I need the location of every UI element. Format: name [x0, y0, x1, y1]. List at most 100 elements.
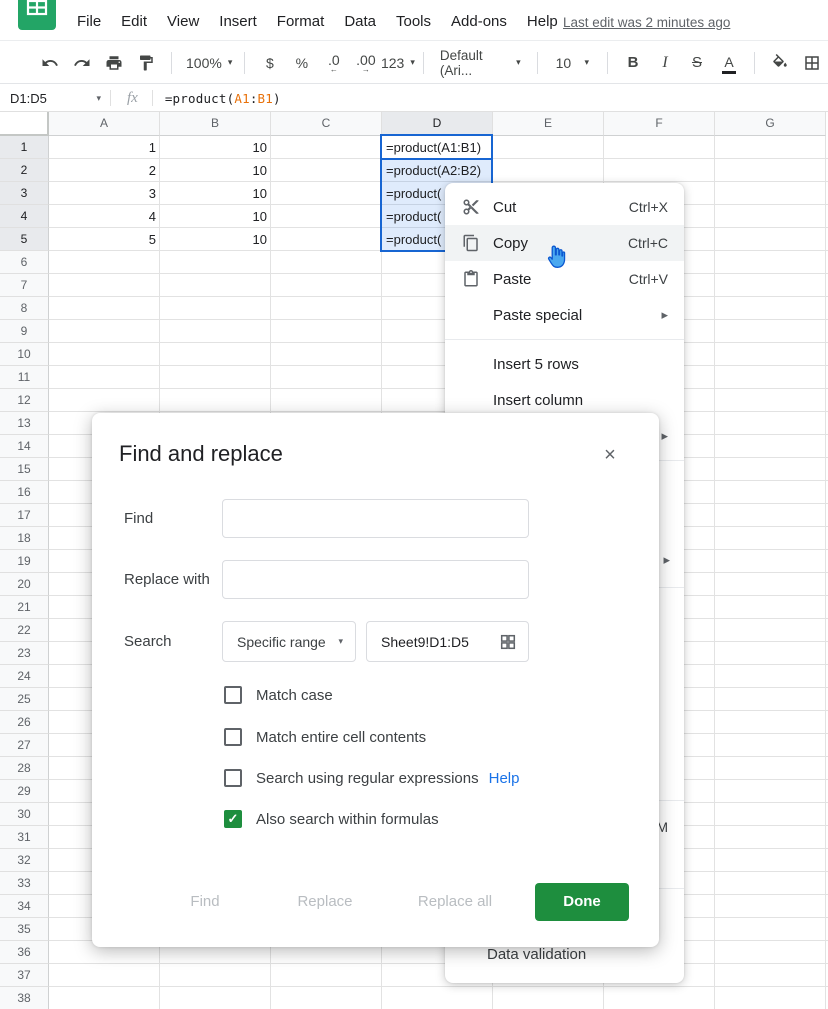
grid-cell-D2[interactable]: =product(A2:B2)	[382, 159, 493, 182]
checkbox-row-match-case[interactable]: Match case	[224, 686, 333, 704]
submenu-arrow-icon[interactable]: ▸	[663, 552, 670, 568]
row-header-24[interactable]: 24	[0, 665, 49, 688]
checkbox-checked-icon[interactable]: ✓	[224, 810, 242, 828]
format-currency-button[interactable]: $	[255, 48, 285, 78]
column-header-E[interactable]: E	[493, 112, 604, 136]
row-header-28[interactable]: 28	[0, 757, 49, 780]
row-header-17[interactable]: 17	[0, 504, 49, 527]
row-header-29[interactable]: 29	[0, 780, 49, 803]
undo-icon[interactable]	[35, 48, 65, 78]
grid-cell-B2[interactable]: 10	[160, 159, 271, 182]
menu-file[interactable]: File	[75, 11, 103, 32]
menu-item-paste[interactable]: Paste Ctrl+V	[445, 261, 684, 297]
column-header-A[interactable]: A	[49, 112, 160, 136]
checkbox-row-match-entire-cell-contents[interactable]: Match entire cell contents	[224, 728, 426, 746]
row-header-26[interactable]: 26	[0, 711, 49, 734]
grid-cell-B5[interactable]: 10	[160, 228, 271, 251]
menu-format[interactable]: Format	[275, 11, 327, 32]
last-edit-status[interactable]: Last edit was 2 minutes ago	[563, 15, 730, 30]
row-header-30[interactable]: 30	[0, 803, 49, 826]
menu-tools[interactable]: Tools	[394, 11, 433, 32]
row-header-4[interactable]: 4	[0, 205, 49, 228]
row-header-1[interactable]: 1	[0, 136, 49, 159]
checkbox-row-search-using-regular-expressions[interactable]: Search using regular expressions Help	[224, 769, 519, 787]
row-header-12[interactable]: 12	[0, 389, 49, 412]
row-header-32[interactable]: 32	[0, 849, 49, 872]
row-header-16[interactable]: 16	[0, 481, 49, 504]
row-header-36[interactable]: 36	[0, 941, 49, 964]
menu-edit[interactable]: Edit	[119, 11, 149, 32]
checkbox-icon[interactable]	[224, 769, 242, 787]
print-icon[interactable]	[99, 48, 129, 78]
text-color-button[interactable]: A	[714, 48, 744, 78]
row-header-5[interactable]: 5	[0, 228, 49, 251]
grid-cell-A5[interactable]: 5	[49, 228, 160, 251]
grid-cell-B3[interactable]: 10	[160, 182, 271, 205]
menu-help[interactable]: Help	[525, 11, 560, 32]
checkbox-icon[interactable]	[224, 686, 242, 704]
name-box[interactable]: D1:D5 ▾	[0, 85, 110, 111]
increase-decimal-button[interactable]: .00 →	[351, 48, 381, 78]
search-scope-select[interactable]: Specific range ▾	[222, 621, 356, 662]
row-header-7[interactable]: 7	[0, 274, 49, 297]
grid-cell-B1[interactable]: 10	[160, 136, 271, 159]
menu-data[interactable]: Data	[342, 11, 378, 32]
menu-item-copy[interactable]: Copy Ctrl+C	[445, 225, 684, 261]
row-header-19[interactable]: 19	[0, 550, 49, 573]
row-header-18[interactable]: 18	[0, 527, 49, 550]
row-header-25[interactable]: 25	[0, 688, 49, 711]
grid-cell-A1[interactable]: 1	[49, 136, 160, 159]
grid-cell-A2[interactable]: 2	[49, 159, 160, 182]
redo-icon[interactable]	[67, 48, 97, 78]
close-icon[interactable]: ×	[597, 442, 623, 468]
formula-input[interactable]: =product(A1:B1)	[153, 91, 281, 106]
menu-item-paste-special[interactable]: Paste special ▸	[445, 297, 684, 333]
row-header-31[interactable]: 31	[0, 826, 49, 849]
column-header-D[interactable]: D	[382, 112, 493, 136]
replace-input[interactable]	[222, 560, 529, 599]
paint-format-icon[interactable]	[131, 48, 161, 78]
range-input[interactable]: Sheet9!D1:D5	[366, 621, 529, 662]
menu-add-ons[interactable]: Add-ons	[449, 11, 509, 32]
row-header-3[interactable]: 3	[0, 182, 49, 205]
row-header-33[interactable]: 33	[0, 872, 49, 895]
row-header-27[interactable]: 27	[0, 734, 49, 757]
checkbox-row-also-search-within-formulas[interactable]: ✓ Also search within formulas	[224, 810, 439, 828]
more-formats-button[interactable]: 123 ▾	[381, 48, 415, 78]
row-header-21[interactable]: 21	[0, 596, 49, 619]
menu-view[interactable]: View	[165, 11, 201, 32]
grid-cell-D1[interactable]: =product(A1:B1)	[382, 136, 493, 159]
strikethrough-button[interactable]: S	[682, 48, 712, 78]
row-header-20[interactable]: 20	[0, 573, 49, 596]
menu-insert[interactable]: Insert	[217, 11, 259, 32]
row-header-34[interactable]: 34	[0, 895, 49, 918]
font-family-select[interactable]: Default (Ari... ▾	[434, 48, 527, 78]
format-percent-button[interactable]: %	[287, 48, 317, 78]
fill-color-icon[interactable]	[765, 48, 795, 78]
row-header-10[interactable]: 10	[0, 343, 49, 366]
select-range-icon[interactable]	[499, 633, 517, 651]
row-header-23[interactable]: 23	[0, 642, 49, 665]
row-header-6[interactable]: 6	[0, 251, 49, 274]
sheets-logo-icon[interactable]	[18, 0, 56, 30]
row-header-37[interactable]: 37	[0, 964, 49, 987]
menu-item-insert-5-rows[interactable]: Insert 5 rows	[445, 346, 684, 382]
row-header-35[interactable]: 35	[0, 918, 49, 941]
row-header-2[interactable]: 2	[0, 159, 49, 182]
row-header-9[interactable]: 9	[0, 320, 49, 343]
grid-cell-B4[interactable]: 10	[160, 205, 271, 228]
row-header-15[interactable]: 15	[0, 458, 49, 481]
help-link[interactable]: Help	[489, 770, 520, 787]
column-header-B[interactable]: B	[160, 112, 271, 136]
zoom-select[interactable]: 100% ▾	[182, 48, 234, 78]
replace-all-button[interactable]: Replace all	[405, 883, 505, 921]
decrease-decimal-button[interactable]: .0 ←	[319, 48, 349, 78]
replace-button[interactable]: Replace	[280, 883, 370, 921]
column-header-C[interactable]: C	[271, 112, 382, 136]
grid-cell-A3[interactable]: 3	[49, 182, 160, 205]
row-header-13[interactable]: 13	[0, 412, 49, 435]
font-size-select[interactable]: 10 ▾	[548, 48, 597, 78]
find-input[interactable]	[222, 499, 529, 538]
done-button[interactable]: Done	[535, 883, 629, 921]
column-header-G[interactable]: G	[715, 112, 826, 136]
